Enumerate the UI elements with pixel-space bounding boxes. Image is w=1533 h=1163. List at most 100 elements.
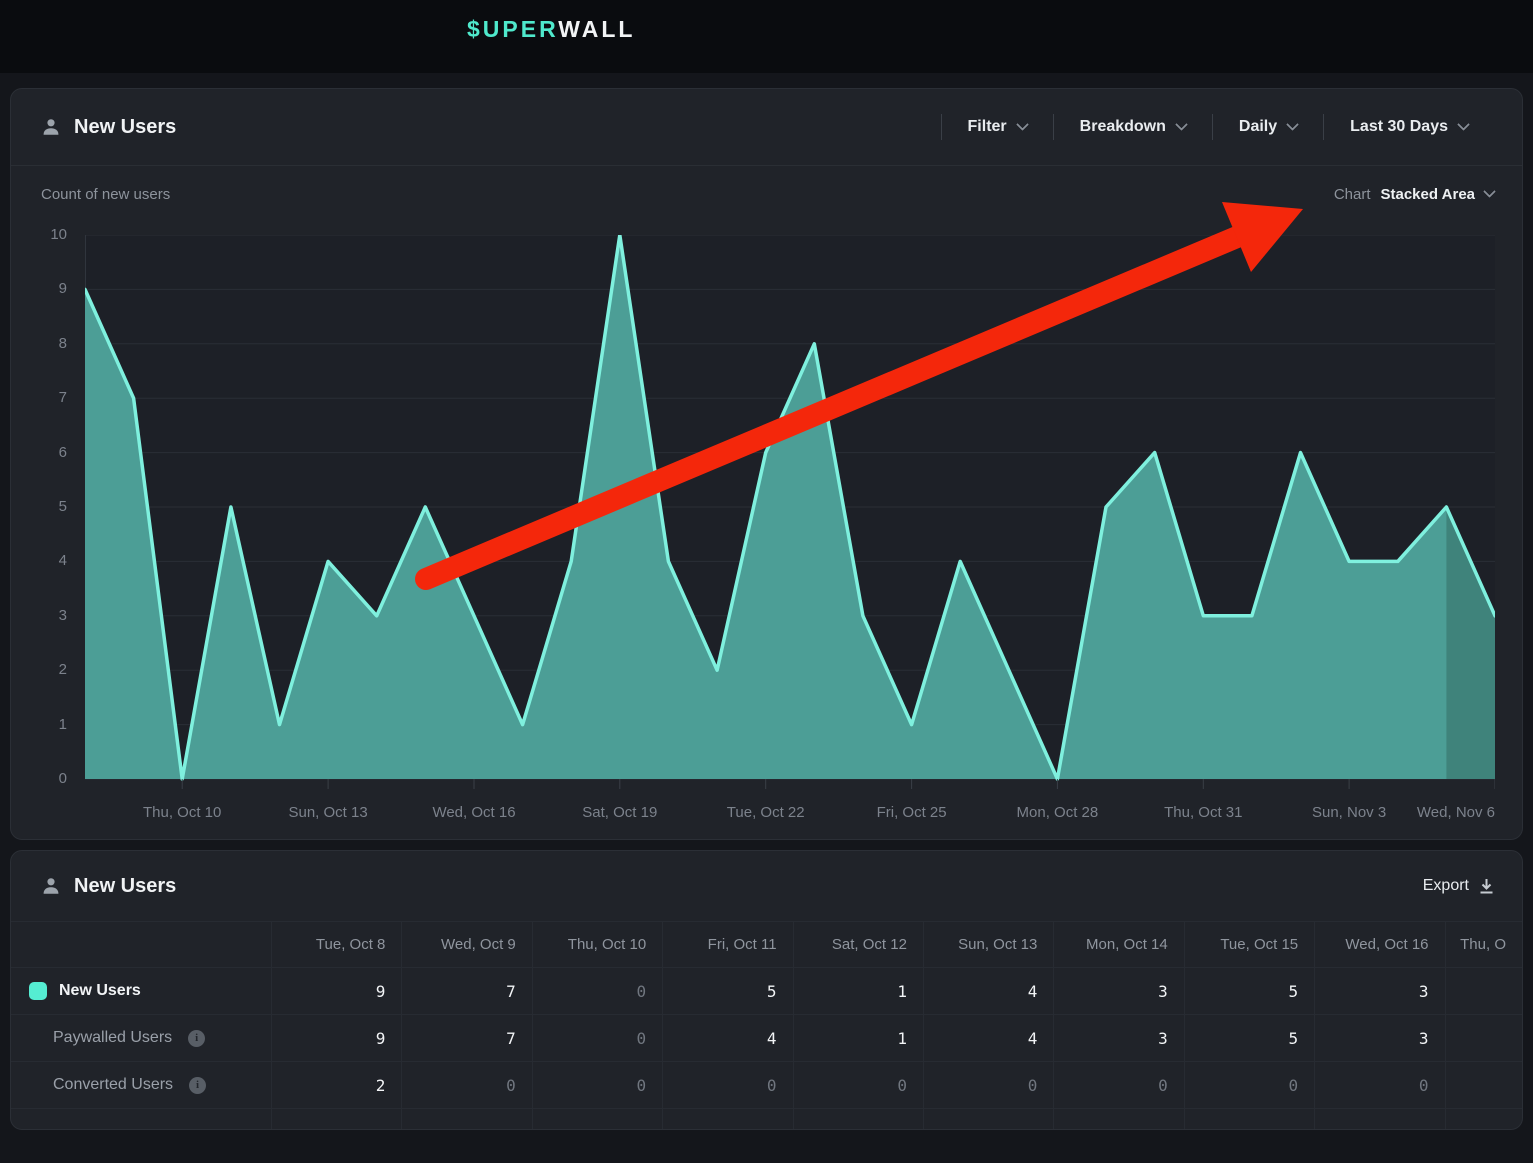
chart-sub-header: Count of new users Chart Stacked Area (11, 166, 1522, 222)
table-row-converted-users: Converted Usersi200000000 (11, 1062, 1522, 1109)
table-footer-cell (1315, 1109, 1445, 1130)
y-axis-label: 9 (11, 279, 67, 299)
breakdown-dropdown-label: Breakdown (1080, 118, 1166, 136)
chart-plot-region: 012345678910 Thu, Oct 10Sun, Oct 13Wed, … (11, 222, 1522, 840)
row-label: New Users (59, 982, 141, 1000)
filter-dropdown-label: Filter (968, 118, 1007, 136)
x-axis-label: Wed, Oct 16 (432, 804, 515, 821)
new-users-table-card: New Users Export Tue, Oct 8Wed, Oct 9Thu… (10, 850, 1523, 1130)
table-cell: 5 (663, 968, 793, 1014)
export-button[interactable]: Export (1423, 877, 1494, 895)
table-cell: 0 (794, 1062, 924, 1108)
table-cell (1446, 1015, 1522, 1061)
table-cell: 5 (1185, 968, 1315, 1014)
table-cell: 9 (272, 1015, 402, 1061)
chart-subtitle: Count of new users (41, 186, 170, 203)
table-footer-cell (11, 1109, 272, 1130)
person-icon (41, 876, 61, 896)
table-corner-cell (11, 922, 272, 967)
table-footer-cell (533, 1109, 663, 1130)
table-column-header: Sat, Oct 12 (794, 922, 924, 967)
table-footer-cell (1446, 1109, 1522, 1130)
x-axis-label: Tue, Oct 22 (727, 804, 805, 821)
table-cell: 0 (402, 1062, 532, 1108)
table-column-header: Wed, Oct 9 (402, 922, 532, 967)
x-axis-label: Thu, Oct 10 (143, 804, 221, 821)
chart-type-value: Stacked Area (1381, 186, 1476, 203)
daily-dropdown[interactable]: Daily (1213, 118, 1323, 136)
table-cell: 0 (1054, 1062, 1184, 1108)
person-icon (41, 117, 61, 137)
table-cell: 9 (272, 968, 402, 1014)
table-column-header: Mon, Oct 14 (1054, 922, 1184, 967)
table-cell: 4 (663, 1015, 793, 1061)
series-color-swatch (29, 982, 47, 1000)
table-column-header: Sun, Oct 13 (924, 922, 1054, 967)
last-30-days-dropdown[interactable]: Last 30 Days (1324, 118, 1494, 136)
y-axis-label: 7 (11, 388, 67, 408)
table-cell (1446, 1062, 1522, 1108)
y-axis-label: 2 (11, 660, 67, 680)
table-cell: 3 (1054, 968, 1184, 1014)
y-axis-label: 6 (11, 443, 67, 463)
x-axis-label: Sat, Oct 19 (582, 804, 657, 821)
breakdown-dropdown[interactable]: Breakdown (1054, 118, 1212, 136)
chart-type-label: Chart (1334, 186, 1371, 203)
row-label: Paywalled Users (53, 1029, 172, 1047)
stacked-area-chart (85, 235, 1495, 791)
y-axis-label: 1 (11, 715, 67, 735)
chart-card-header: New Users Filter Breakdown Daily Last 30 Da… (11, 89, 1522, 166)
table-column-header: Tue, Oct 8 (272, 922, 402, 967)
table-footer-cell (1185, 1109, 1315, 1130)
info-icon[interactable]: i (189, 1077, 206, 1094)
table-cell: 0 (1315, 1062, 1445, 1108)
info-icon[interactable]: i (188, 1030, 205, 1047)
row-label-cell: Paywalled Users i (11, 1015, 272, 1061)
chart-card-title: New Users (74, 116, 176, 139)
table-column-header: Fri, Oct 11 (663, 922, 793, 967)
filter-dropdown[interactable]: Filter (942, 118, 1053, 136)
x-axis-label: Sun, Oct 13 (288, 804, 367, 821)
table-cell: 1 (794, 1015, 924, 1061)
x-axis-label: Mon, Oct 28 (1017, 804, 1099, 821)
table-cell: 0 (924, 1062, 1054, 1108)
chevron-down-icon (1016, 118, 1029, 131)
y-axis-label: 8 (11, 334, 67, 354)
table-footer-cell (794, 1109, 924, 1130)
table-column-header: Thu, O (1446, 922, 1522, 967)
table-cell: 2 (272, 1062, 402, 1108)
table-cell: 4 (924, 968, 1054, 1014)
x-axis-label: Thu, Oct 31 (1164, 804, 1242, 821)
table-column-header: Thu, Oct 10 (533, 922, 663, 967)
y-axis-label: 0 (11, 769, 67, 789)
y-axis-label: 5 (11, 497, 67, 517)
table-card-header: New Users Export (11, 851, 1522, 921)
chevron-down-icon (1286, 118, 1299, 131)
chevron-down-icon (1175, 118, 1188, 131)
chart-type-dropdown[interactable]: Chart Stacked Area (1334, 186, 1494, 203)
top-navigation-bar: $UPERWALL (0, 0, 1533, 73)
table-cell: 7 (402, 968, 532, 1014)
table-card-title: New Users (74, 875, 176, 898)
last-30-days-dropdown-label: Last 30 Days (1350, 118, 1448, 136)
row-label: Converted Users (53, 1076, 173, 1094)
table-footer-cell (663, 1109, 793, 1130)
table-footer-cell (272, 1109, 402, 1130)
chevron-down-icon (1457, 118, 1470, 131)
chevron-down-icon (1483, 185, 1496, 198)
table-cell: 7 (402, 1015, 532, 1061)
row-label-cell: Converted Users i (11, 1062, 272, 1108)
table-cell: 0 (1185, 1062, 1315, 1108)
table-cell: 3 (1315, 1015, 1445, 1061)
table-column-header: Tue, Oct 15 (1185, 922, 1315, 967)
download-icon (1479, 878, 1494, 894)
logo-text-white: WALL (558, 16, 635, 42)
x-axis-label: Fri, Oct 25 (877, 804, 947, 821)
table-footer-cell (1054, 1109, 1184, 1130)
table-cell (1446, 968, 1522, 1014)
table-cell: 3 (1315, 968, 1445, 1014)
table-cell: 0 (533, 1015, 663, 1061)
table-row-paywalled-users: Paywalled Usersi970414353 (11, 1015, 1522, 1062)
table-cell: 5 (1185, 1015, 1315, 1061)
y-axis-label: 4 (11, 551, 67, 571)
